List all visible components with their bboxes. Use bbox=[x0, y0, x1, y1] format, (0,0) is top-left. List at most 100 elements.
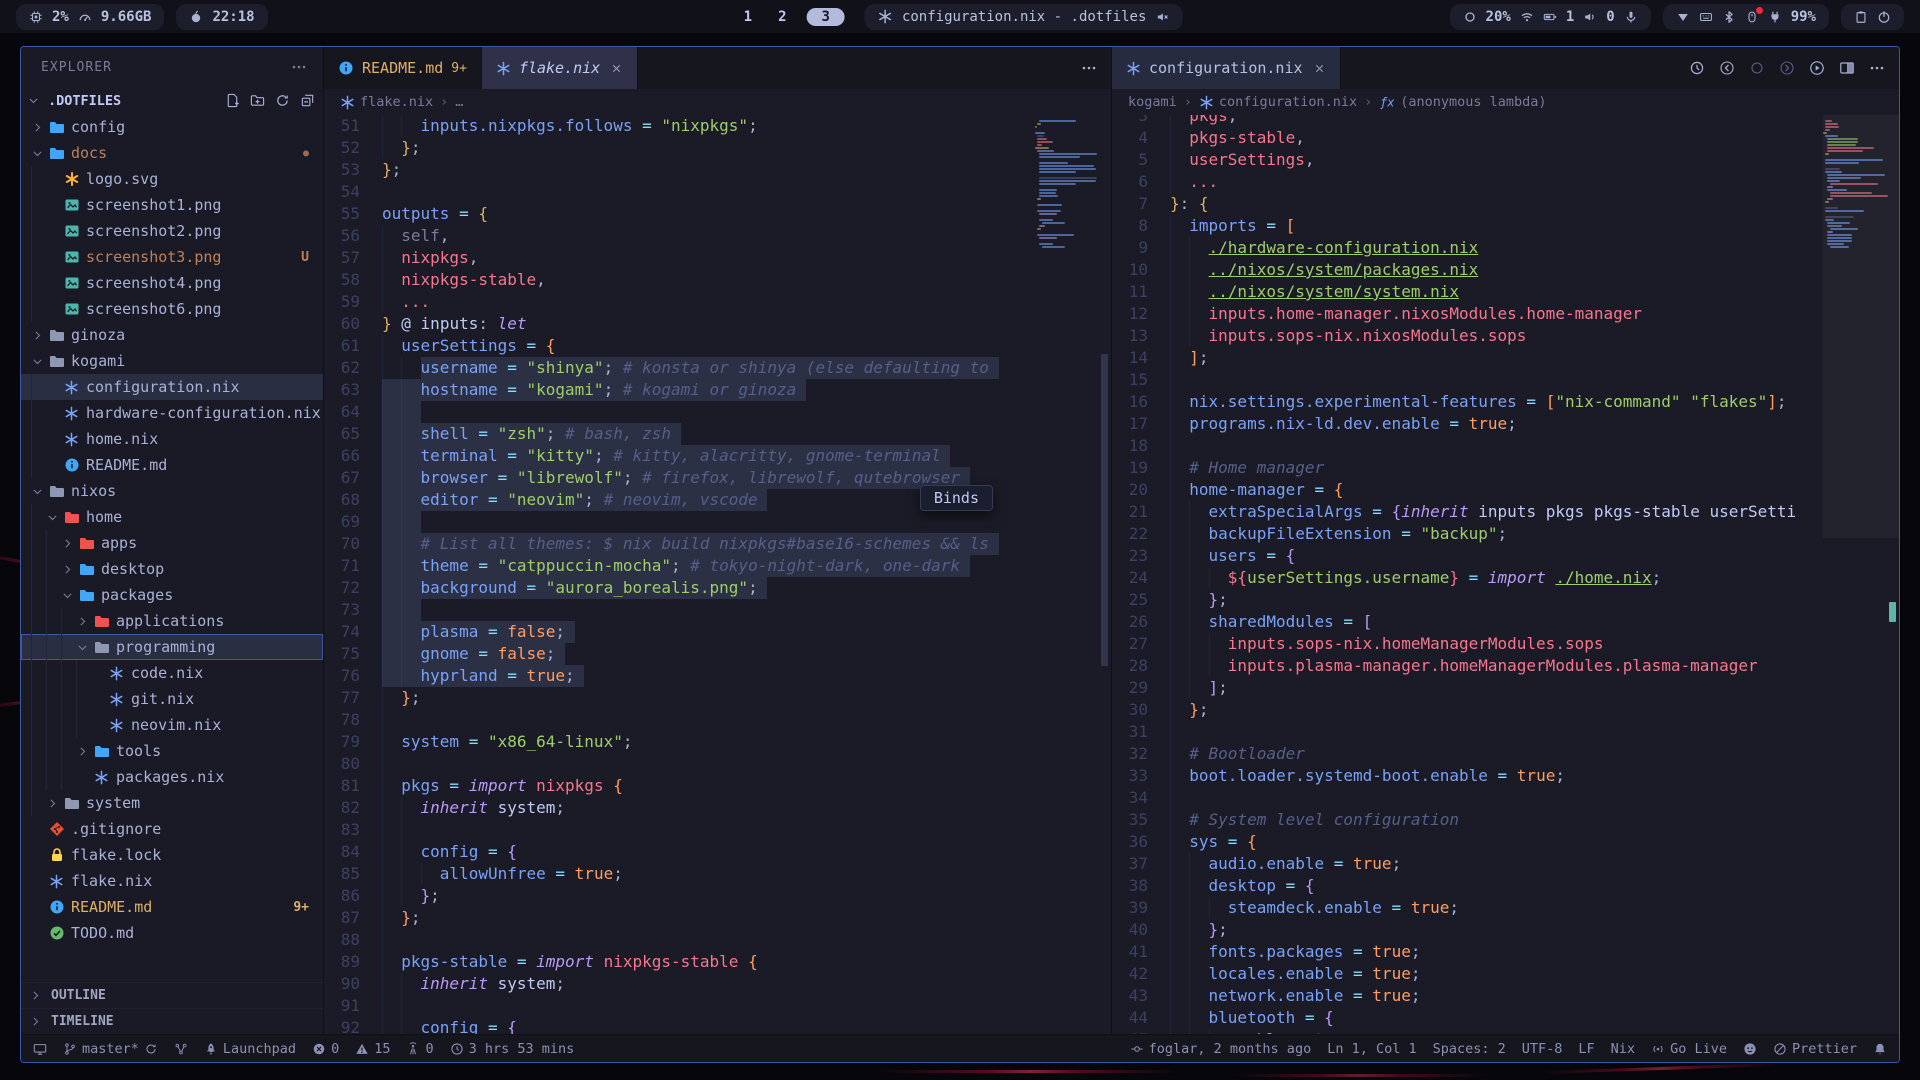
more-icon[interactable] bbox=[1081, 60, 1097, 76]
editor-configuration-nix[interactable]: 3pkgs,4pkgs-stable,5userSettings,6...7}:… bbox=[1112, 115, 1899, 1034]
code-line-37[interactable]: 37audio.enable = true; bbox=[1112, 853, 1899, 875]
code-line-14[interactable]: 14]; bbox=[1112, 347, 1899, 369]
breadcrumb-item[interactable]: configuration.nix bbox=[1199, 94, 1357, 110]
tree-item-code.nix[interactable]: code.nix bbox=[21, 660, 323, 686]
code-line-59[interactable]: 59... bbox=[324, 291, 1111, 313]
code-line-61[interactable]: 61userSettings = { bbox=[324, 335, 1111, 357]
code-line-9[interactable]: 9./hardware-configuration.nix bbox=[1112, 237, 1899, 259]
editor-flake-nix[interactable]: 51inputs.nixpkgs.follows = "nixpkgs";52}… bbox=[324, 115, 1111, 1034]
code-line-28[interactable]: 28inputs.plasma-manager.homeManagerModul… bbox=[1112, 655, 1899, 677]
tab-README-md[interactable]: README.md9+ bbox=[324, 47, 482, 89]
code-line-23[interactable]: 23users = { bbox=[1112, 545, 1899, 567]
code-line-41[interactable]: 41fonts.packages = true; bbox=[1112, 941, 1899, 963]
status-launchpad[interactable]: Launchpad bbox=[204, 1041, 296, 1057]
code-line-88[interactable]: 88 bbox=[324, 929, 1111, 951]
code-line-51[interactable]: 51inputs.nixpkgs.follows = "nixpkgs"; bbox=[324, 115, 1111, 137]
code-line-16[interactable]: 16nix.settings.experimental-features = [… bbox=[1112, 391, 1899, 413]
more-icon[interactable] bbox=[1869, 60, 1885, 76]
code-line-44[interactable]: 44bluetooth = { bbox=[1112, 1007, 1899, 1029]
tree-item-kogami[interactable]: kogami bbox=[21, 348, 323, 374]
collapse-all-icon[interactable] bbox=[300, 93, 315, 108]
tree-item-applications[interactable]: applications bbox=[21, 608, 323, 634]
status-encoding[interactable]: UTF-8 bbox=[1522, 1041, 1563, 1057]
code-line-42[interactable]: 42locales.enable = true; bbox=[1112, 963, 1899, 985]
status-git-blame[interactable]: foglar, 2 months ago bbox=[1130, 1041, 1312, 1057]
code-line-20[interactable]: 20home-manager = { bbox=[1112, 479, 1899, 501]
code-line-33[interactable]: 33boot.loader.systemd-boot.enable = true… bbox=[1112, 765, 1899, 787]
code-line-70[interactable]: 70# List all themes: $ nix build nixpkgs… bbox=[324, 533, 1111, 555]
sidebar-section-timeline[interactable]: TIMELINE bbox=[21, 1008, 323, 1034]
code-line-7[interactable]: 7}: { bbox=[1112, 193, 1899, 215]
code-line-60[interactable]: 60} @ inputs: let bbox=[324, 313, 1111, 335]
code-line-79[interactable]: 79system = "x86_64-linux"; bbox=[324, 731, 1111, 753]
new-folder-icon[interactable] bbox=[250, 93, 265, 108]
code-line-63[interactable]: 63hostname = "kogami"; # kogami or ginoz… bbox=[324, 379, 1111, 401]
code-line-11[interactable]: 11../nixos/system/system.nix bbox=[1112, 281, 1899, 303]
code-line-19[interactable]: 19# Home manager bbox=[1112, 457, 1899, 479]
code-line-4[interactable]: 4pkgs-stable, bbox=[1112, 127, 1899, 149]
code-line-76[interactable]: 76hyprland = true; bbox=[324, 665, 1111, 687]
code-line-58[interactable]: 58nixpkgs-stable, bbox=[324, 269, 1111, 291]
tree-item-config[interactable]: config bbox=[21, 114, 323, 140]
tree-item-neovim.nix[interactable]: neovim.nix bbox=[21, 712, 323, 738]
code-line-83[interactable]: 83 bbox=[324, 819, 1111, 841]
code-line-90[interactable]: 90inherit system; bbox=[324, 973, 1111, 995]
status-git-graph[interactable] bbox=[174, 1042, 188, 1056]
system-stats-pill[interactable]: 2% 9.66GB bbox=[16, 4, 164, 30]
tree-item-programming[interactable]: programming bbox=[21, 634, 323, 660]
code-line-69[interactable]: 69 bbox=[324, 511, 1111, 533]
code-line-71[interactable]: 71theme = "catppuccin-mocha"; # tokyo-ni… bbox=[324, 555, 1111, 577]
code-line-30[interactable]: 30}; bbox=[1112, 699, 1899, 721]
code-line-18[interactable]: 18 bbox=[1112, 435, 1899, 457]
code-line-45[interactable]: 45enable = true; bbox=[1112, 1029, 1899, 1034]
code-line-53[interactable]: 53}; bbox=[324, 159, 1111, 181]
breadcrumb-item[interactable]: ƒx(anonymous lambda) bbox=[1379, 94, 1546, 110]
code-line-6[interactable]: 6... bbox=[1112, 171, 1899, 193]
status-cursor-position[interactable]: Ln 1, Col 1 bbox=[1327, 1041, 1416, 1057]
close-icon[interactable] bbox=[610, 62, 623, 75]
workspace-root-folder[interactable]: .DOTFILES bbox=[21, 87, 323, 114]
code-line-91[interactable]: 91 bbox=[324, 995, 1111, 1017]
code-line-52[interactable]: 52}; bbox=[324, 137, 1111, 159]
code-line-8[interactable]: 8imports = [ bbox=[1112, 215, 1899, 237]
split-editor-icon[interactable] bbox=[1839, 60, 1855, 76]
code-line-15[interactable]: 15 bbox=[1112, 369, 1899, 391]
code-line-5[interactable]: 5userSettings, bbox=[1112, 149, 1899, 171]
code-line-12[interactable]: 12inputs.home-manager.nixosModules.home-… bbox=[1112, 303, 1899, 325]
tree-item-screenshot4.png[interactable]: screenshot4.png bbox=[21, 270, 323, 296]
code-line-82[interactable]: 82inherit system; bbox=[324, 797, 1111, 819]
status-go-live[interactable]: Go Live bbox=[1651, 1041, 1727, 1057]
code-line-22[interactable]: 22backupFileExtension = "backup"; bbox=[1112, 523, 1899, 545]
clock-pill[interactable]: 22:18 bbox=[176, 4, 267, 30]
code-line-87[interactable]: 87}; bbox=[324, 907, 1111, 929]
status-ports[interactable]: 0 bbox=[406, 1041, 433, 1057]
code-line-92[interactable]: 92config = { bbox=[324, 1017, 1111, 1034]
code-line-10[interactable]: 10../nixos/system/packages.nix bbox=[1112, 259, 1899, 281]
tree-item-ginoza[interactable]: ginoza bbox=[21, 322, 323, 348]
code-line-43[interactable]: 43network.enable = true; bbox=[1112, 985, 1899, 1007]
code-line-36[interactable]: 36sys = { bbox=[1112, 831, 1899, 853]
tree-item-apps[interactable]: apps bbox=[21, 530, 323, 556]
breadcrumb-item[interactable]: … bbox=[455, 94, 463, 110]
code-line-27[interactable]: 27inputs.sops-nix.homeManagerModules.sop… bbox=[1112, 633, 1899, 655]
tree-item-.gitignore[interactable]: .gitignore bbox=[21, 816, 323, 842]
status-warnings[interactable]: 15 bbox=[355, 1041, 390, 1057]
tree-item-flake.lock[interactable]: flake.lock bbox=[21, 842, 323, 868]
hardware-status-pill[interactable]: 20%10 bbox=[1450, 4, 1651, 30]
code-line-21[interactable]: 21extraSpecialArgs = {inherit inputs pkg… bbox=[1112, 501, 1899, 523]
code-line-38[interactable]: 38desktop = { bbox=[1112, 875, 1899, 897]
history-icon[interactable] bbox=[1689, 60, 1705, 76]
code-line-25[interactable]: 25}; bbox=[1112, 589, 1899, 611]
tree-item-packages[interactable]: packages bbox=[21, 582, 323, 608]
code-line-80[interactable]: 80 bbox=[324, 753, 1111, 775]
status-remote-indicator[interactable] bbox=[33, 1042, 47, 1056]
code-line-54[interactable]: 54 bbox=[324, 181, 1111, 203]
tree-item-screenshot6.png[interactable]: screenshot6.png bbox=[21, 296, 323, 322]
status-indentation[interactable]: Spaces: 2 bbox=[1433, 1041, 1506, 1057]
code-line-26[interactable]: 26sharedModules = [ bbox=[1112, 611, 1899, 633]
code-line-72[interactable]: 72background = "aurora_borealis.png"; bbox=[324, 577, 1111, 599]
code-line-85[interactable]: 85allowUnfree = true; bbox=[324, 863, 1111, 885]
status-eol[interactable]: LF bbox=[1578, 1041, 1594, 1057]
code-line-73[interactable]: 73 bbox=[324, 599, 1111, 621]
code-line-75[interactable]: 75gnome = false; bbox=[324, 643, 1111, 665]
